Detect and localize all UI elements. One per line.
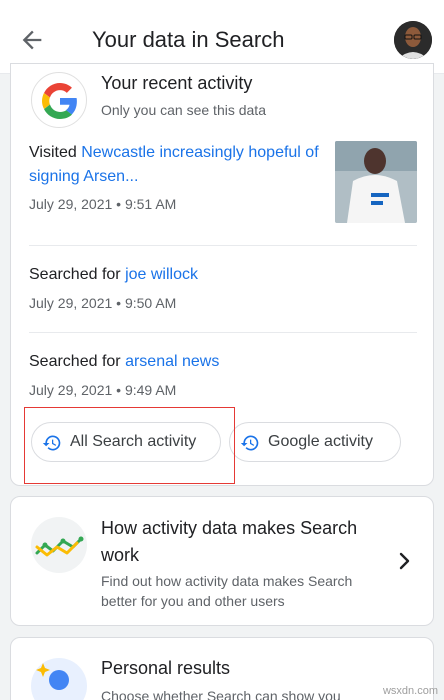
google-logo-icon [31, 72, 87, 128]
activity-entry-visited: Visited Newcastle increasingly hopeful o… [29, 141, 329, 189]
how-activity-title: How activity data makes Search work [101, 518, 358, 565]
how-activity-subtitle: Find out how activity data makes Search … [101, 573, 353, 609]
person-illustration-icon [31, 658, 87, 700]
activity-entry-search: Searched for joe willock [29, 263, 198, 287]
personal-results-title: Personal results [101, 658, 231, 678]
chevron-right-icon [395, 549, 415, 578]
highlight-box [24, 407, 235, 484]
recent-activity-title: Your recent activity [101, 73, 253, 93]
activity-entry-search: Searched for arsenal news [29, 350, 219, 374]
personal-results-subtitle: Choose whether Search can show you [101, 688, 341, 700]
entry-timestamp: July 29, 2021 • 9:49 AM [29, 382, 177, 398]
divider [29, 245, 417, 246]
entry-timestamp: July 29, 2021 • 9:51 AM [29, 196, 177, 212]
divider [29, 332, 417, 333]
article-thumbnail[interactable] [335, 141, 417, 223]
activity-chart-illustration [31, 517, 87, 573]
personal-results-card[interactable]: Personal results Choose whether Search c… [10, 637, 434, 700]
entry-prefix: Visited [29, 144, 82, 161]
entry-link[interactable]: arsenal news [125, 353, 219, 370]
avatar[interactable] [394, 21, 432, 59]
chip-label: Google activity [268, 433, 373, 450]
entry-link[interactable]: joe willock [125, 266, 198, 283]
how-activity-card[interactable]: How activity data makes Search work Find… [10, 496, 434, 626]
back-arrow-icon[interactable] [18, 26, 46, 54]
entry-prefix: Searched for [29, 353, 126, 370]
google-activity-button[interactable]: Google activity [229, 422, 401, 462]
watermark: wsxdn.com [382, 685, 438, 697]
history-icon [240, 435, 259, 451]
entry-prefix: Searched for [29, 266, 126, 283]
recent-activity-subtitle: Only you can see this data [101, 102, 266, 118]
page-title: Your data in Search [92, 27, 285, 52]
entry-timestamp: July 29, 2021 • 9:50 AM [29, 295, 177, 311]
